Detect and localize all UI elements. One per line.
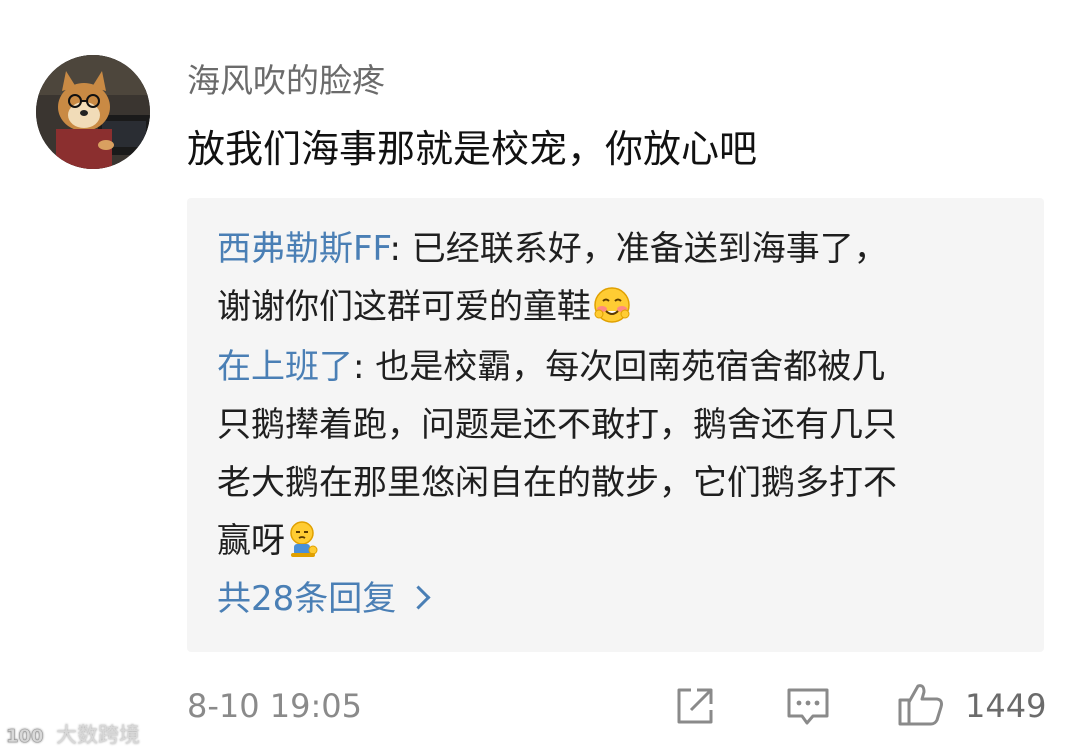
like-button[interactable] [896, 680, 946, 728]
shiba-dog-avatar-icon [36, 55, 150, 169]
reply-thread: 西弗勒斯FF: 已经联系好，准备送到海事了， 谢谢你们这群可爱的童鞋 在上班了:… [187, 198, 1044, 652]
like-count: 1449 [965, 687, 1047, 725]
reply-line: 谢谢你们这群可爱的童鞋 [217, 278, 1017, 336]
chevron-right-icon [406, 585, 431, 610]
more-replies-link[interactable]: 共28条回复 [217, 570, 431, 628]
reply-line: 老大鹅在那里悠闲自在的散步，它们鹅多打不 [217, 454, 1017, 512]
comment-icon [787, 688, 829, 725]
reply-item: 西弗勒斯FF: 已经联系好，准备送到海事了， 谢谢你们这群可爱的童鞋 [217, 220, 1017, 336]
reply-line: 西弗勒斯FF: 已经联系好，准备送到海事了， [217, 220, 1017, 278]
share-button[interactable] [673, 684, 717, 728]
user-avatar[interactable] [36, 55, 150, 169]
reply-text: 赢呀 [217, 521, 285, 561]
reply-line: 只鹅撵着跑，问题是还不敢打，鹅舍还有几只 [217, 396, 1017, 454]
watermark-logo-text: 100 [6, 726, 44, 747]
sitting-pout-emoji-icon [290, 521, 318, 557]
reply-text: 谢谢你们这群可爱的童鞋 [217, 287, 591, 327]
comment-username[interactable]: 海风吹的脸疼 [187, 58, 385, 104]
watermark-logo-icon: 100 [6, 726, 44, 748]
watermark-text: 大数跨境 [56, 723, 140, 747]
comment-timestamp: 8-10 19:05 [187, 687, 363, 725]
blushing-smile-emoji-icon [594, 287, 630, 323]
more-replies-label: 共28条回复 [217, 579, 397, 619]
comment-button[interactable] [785, 684, 831, 728]
reply-text: 只鹅撵着跑，问题是还不敢打，鹅舍还有几只 [217, 405, 897, 445]
reply-text: 已经联系好，准备送到海事了， [411, 229, 888, 269]
comment-text: 放我们海事那就是校宠，你放心吧 [187, 127, 758, 171]
watermark: 100 大数跨境 [4, 720, 140, 750]
reply-text: 也是校霸，每次回南苑宿舍都被几 [375, 347, 886, 387]
reply-item: 在上班了: 也是校霸，每次回南苑宿舍都被几 只鹅撵着跑，问题是还不敢打，鹅舍还有… [217, 338, 1017, 570]
reply-author[interactable]: 在上班了 [217, 347, 353, 387]
reply-line: 在上班了: 也是校霸，每次回南苑宿舍都被几 [217, 338, 1017, 396]
reply-text: 老大鹅在那里悠闲自在的散步，它们鹅多打不 [217, 463, 897, 503]
reply-author[interactable]: 西弗勒斯FF [217, 229, 389, 269]
thumbs-up-icon [898, 684, 943, 726]
share-icon [677, 688, 713, 724]
reply-line: 赢呀 [217, 512, 1017, 570]
reply-separator: : [353, 347, 376, 387]
reply-separator: : [389, 229, 412, 269]
